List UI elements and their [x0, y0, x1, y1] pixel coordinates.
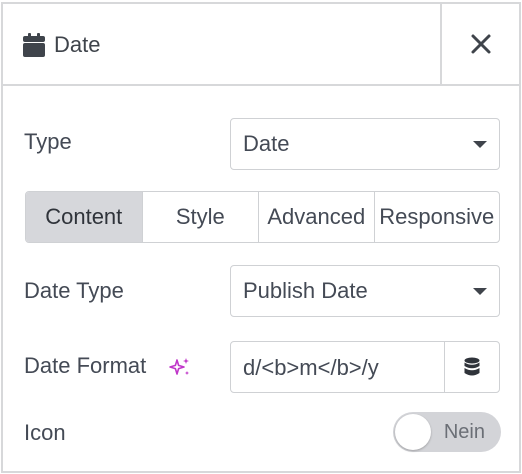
- icon-toggle[interactable]: Nein: [393, 412, 501, 452]
- date-format-input[interactable]: [231, 342, 444, 392]
- close-icon: [471, 34, 490, 54]
- tab-responsive[interactable]: Responsive: [375, 192, 499, 242]
- panel-title: Date: [23, 30, 100, 60]
- date-widget-panel: Date Type Date Content Style Advanced Re…: [1, 2, 521, 473]
- type-select[interactable]: Date: [230, 118, 500, 170]
- calendar-icon: [23, 33, 45, 57]
- date-format-field: [230, 341, 500, 393]
- sparkle-icon[interactable]: [168, 356, 192, 380]
- date-type-label: Date Type: [24, 278, 124, 303]
- dynamic-tags-button[interactable]: [444, 342, 499, 392]
- tab-advanced[interactable]: Advanced: [259, 192, 375, 242]
- section-tabs: Content Style Advanced Responsive: [25, 191, 500, 243]
- panel-title-text: Date: [54, 32, 101, 57]
- toggle-knob: [395, 414, 431, 450]
- date-type-select[interactable]: Publish Date: [230, 265, 500, 317]
- icon-label: Icon: [24, 420, 66, 445]
- date-type-select-value: Publish Date: [243, 278, 368, 303]
- toggle-state-text: Nein: [443, 421, 485, 443]
- panel-header: Date: [3, 4, 519, 86]
- close-button[interactable]: [440, 4, 519, 84]
- chevron-down-icon: [473, 141, 487, 148]
- date-format-label: Date Format: [24, 353, 147, 378]
- chevron-down-icon: [473, 288, 487, 295]
- tab-content[interactable]: Content: [26, 192, 143, 242]
- database-icon: [464, 357, 480, 376]
- tab-style[interactable]: Style: [143, 192, 260, 242]
- type-select-value: Date: [243, 131, 290, 156]
- type-label: Type: [24, 129, 72, 154]
